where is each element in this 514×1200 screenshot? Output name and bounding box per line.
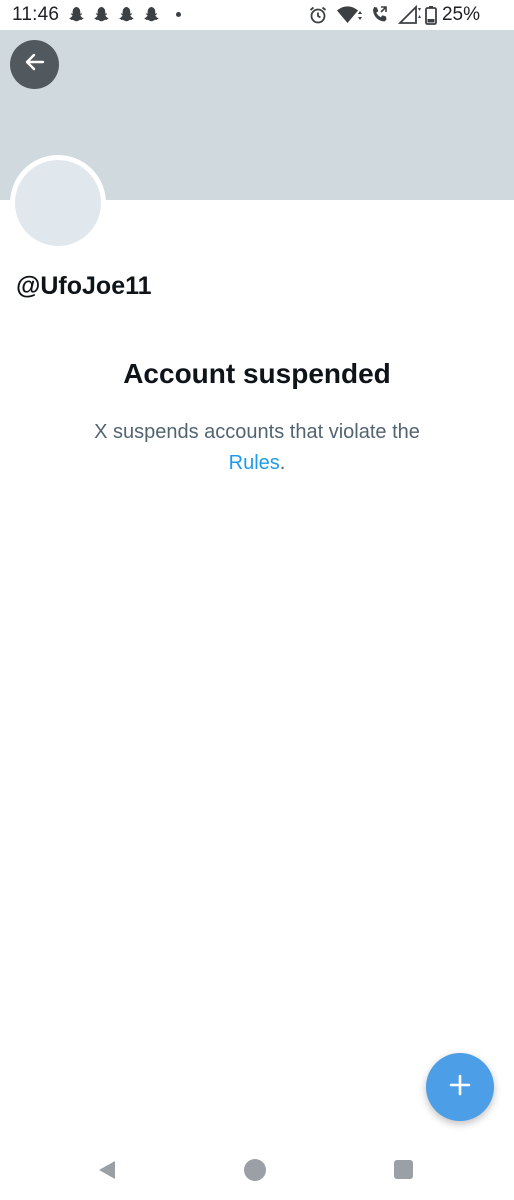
wifi-icon bbox=[336, 5, 362, 25]
notification-icons bbox=[66, 5, 181, 24]
battery-icon bbox=[425, 5, 437, 30]
signal-icon bbox=[398, 5, 422, 25]
battery-percentage: 25% bbox=[441, 4, 480, 25]
arrow-left-icon bbox=[23, 50, 47, 79]
snapchat-icon bbox=[116, 5, 135, 24]
snapchat-icon bbox=[141, 5, 160, 24]
avatar bbox=[10, 155, 106, 251]
alarm-icon bbox=[308, 5, 328, 25]
nav-back-icon[interactable] bbox=[96, 1159, 118, 1186]
dot-icon bbox=[176, 12, 181, 17]
nav-home-icon[interactable] bbox=[244, 1159, 266, 1181]
suspension-message-text: X suspends accounts that violate the bbox=[94, 421, 420, 443]
suspension-suffix: . bbox=[279, 452, 286, 474]
status-time: 11:46 bbox=[12, 4, 60, 25]
plus-icon bbox=[447, 1072, 473, 1103]
compose-button[interactable] bbox=[426, 1053, 494, 1121]
profile-page: 11:46 25% @UfoJoe11 Account suspended X … bbox=[0, 0, 514, 1200]
call-icon bbox=[370, 5, 390, 25]
back-button[interactable] bbox=[10, 40, 59, 89]
profile-username: @UfoJoe11 bbox=[16, 272, 152, 300]
snapchat-icon bbox=[66, 5, 85, 24]
system-icons bbox=[308, 5, 422, 25]
status-bar: 11:46 25% bbox=[0, 0, 514, 30]
system-nav-bar bbox=[0, 1140, 514, 1200]
rules-link[interactable]: Rules bbox=[229, 452, 280, 474]
suspension-title: Account suspended bbox=[123, 358, 391, 389]
nav-recents-icon[interactable] bbox=[394, 1160, 413, 1179]
snapchat-icon bbox=[91, 5, 110, 24]
suspension-message: X suspends accounts that violate the Rul… bbox=[0, 417, 514, 479]
